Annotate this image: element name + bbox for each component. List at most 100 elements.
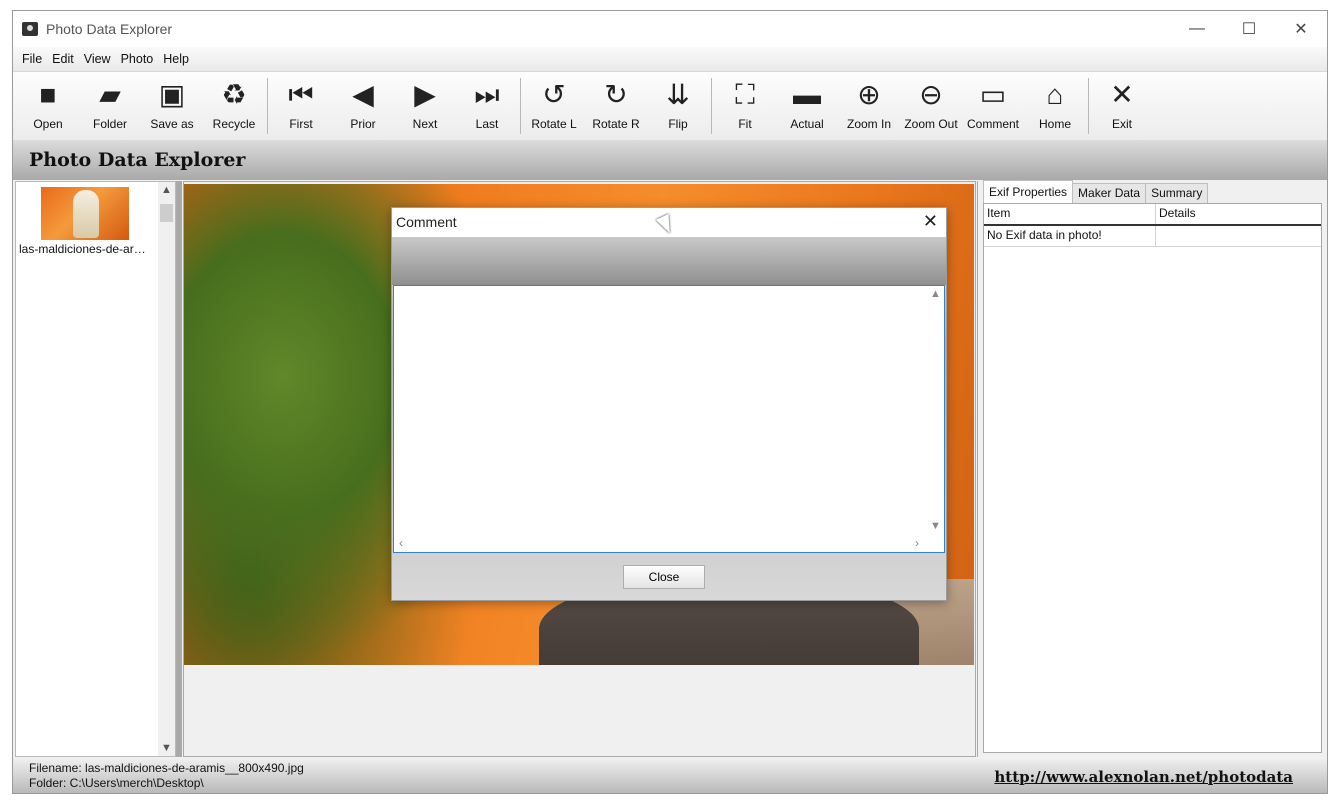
dialog-title: Comment xyxy=(396,214,457,230)
next-icon: ▶ xyxy=(414,79,436,110)
toolbar-separator xyxy=(520,78,521,134)
prior-button[interactable]: ◀ Prior xyxy=(332,72,394,136)
status-folder: Folder: C:\Users\merch\Desktop\ xyxy=(29,776,204,790)
rotate-right-label: Rotate R xyxy=(592,117,640,131)
toolbar-separator xyxy=(267,78,268,134)
save-icon: ▣ xyxy=(158,79,186,110)
close-window-button[interactable]: ✕ xyxy=(1275,11,1327,47)
thumbnail-image[interactable] xyxy=(41,187,129,240)
comment-button[interactable]: ▭ Comment xyxy=(962,72,1024,136)
chevron-left-icon[interactable]: ‹ xyxy=(399,536,403,550)
flip-button[interactable]: ⇊ Flip xyxy=(647,72,709,136)
last-button[interactable]: ⏭ Last xyxy=(456,72,518,136)
thumbnail-scrollbar[interactable]: ▲ ▼ xyxy=(158,182,175,756)
camera-icon xyxy=(22,22,38,36)
actual-label: Actual xyxy=(790,117,824,131)
prior-icon: ◀ xyxy=(352,79,374,110)
chevron-down-icon[interactable]: ▼ xyxy=(158,742,175,754)
recycle-icon: ♻ xyxy=(221,79,247,110)
comment-hscrollbar[interactable]: ‹ › xyxy=(394,535,927,552)
cell-item: No Exif data in photo! xyxy=(984,226,1156,246)
menu-bar: File Edit View Photo Help xyxy=(13,47,1327,71)
menu-file[interactable]: File xyxy=(17,52,47,66)
tab-exif-properties[interactable]: Exif Properties xyxy=(983,180,1074,203)
grid-header: Item Details xyxy=(984,204,1321,226)
chevron-down-icon[interactable]: ▼ xyxy=(930,520,941,532)
folder-label: Folder xyxy=(92,117,127,131)
folder-icon: ▰ xyxy=(99,79,121,110)
website-link[interactable]: http://www.alexnolan.net/photodata xyxy=(994,768,1293,786)
close-button[interactable]: Close xyxy=(623,565,705,589)
first-icon: ⏮ xyxy=(288,79,314,110)
properties-tabs: Exif Properties Maker Data Summary xyxy=(983,180,1209,203)
column-header-item[interactable]: Item xyxy=(984,204,1156,224)
first-label: First xyxy=(289,117,313,131)
title-bar: Photo Data Explorer — ☐ ✕ xyxy=(13,11,1327,47)
open-icon: ■ xyxy=(39,79,57,110)
header-band: Photo Data Explorer xyxy=(13,140,1327,180)
status-info: Filename: las-maldiciones-de-aramis__800… xyxy=(29,761,304,791)
toolbar: ■ Open ▰ Folder ▣ Save as ♻ Recycle ⏮ First ◀… xyxy=(13,71,1327,141)
chevron-right-icon[interactable]: › xyxy=(915,536,919,550)
rotate-left-button[interactable]: ↺ Rotate L xyxy=(523,72,585,136)
comment-icon: ▭ xyxy=(979,79,1007,110)
close-icon[interactable]: ✕ xyxy=(923,211,938,232)
fit-icon: ⛶ xyxy=(735,79,755,110)
tab-maker-data[interactable]: Maker Data xyxy=(1072,183,1147,203)
cell-details xyxy=(1156,226,1321,246)
thumbnail-label[interactable]: las-maldiciones-de-ar… xyxy=(19,242,159,256)
save-as-label: Save as xyxy=(150,117,194,131)
comment-vscrollbar[interactable]: ▲ ▼ xyxy=(927,286,944,534)
exit-label: Exit xyxy=(1111,117,1132,131)
folder-button[interactable]: ▰ Folder xyxy=(79,72,141,136)
maximize-button[interactable]: ☐ xyxy=(1223,11,1275,47)
zoom-in-label: Zoom In xyxy=(846,117,891,131)
column-header-details[interactable]: Details xyxy=(1156,204,1321,224)
exit-icon: ✕ xyxy=(1110,79,1134,110)
minimize-button[interactable]: — xyxy=(1171,11,1223,47)
thumbnail-panel: las-maldiciones-de-ar… ▲ ▼ xyxy=(15,181,176,757)
zoom-out-button[interactable]: ⊖ Zoom Out xyxy=(900,72,962,136)
panel-splitter[interactable] xyxy=(176,181,182,757)
zoom-in-button[interactable]: ⊕ Zoom In xyxy=(838,72,900,136)
home-button[interactable]: ⌂ Home xyxy=(1024,72,1086,136)
toolbar-separator xyxy=(711,78,712,134)
menu-edit[interactable]: Edit xyxy=(47,52,79,66)
actual-button[interactable]: ▬ Actual xyxy=(776,72,838,136)
menu-help[interactable]: Help xyxy=(158,52,194,66)
dialog-header-band xyxy=(392,237,946,285)
scroll-thumb[interactable] xyxy=(160,204,173,222)
table-row[interactable]: No Exif data in photo! xyxy=(984,226,1321,247)
open-button[interactable]: ■ Open xyxy=(17,72,79,136)
flip-icon: ⇊ xyxy=(666,79,690,110)
menu-view[interactable]: View xyxy=(79,52,116,66)
next-button[interactable]: ▶ Next xyxy=(394,72,456,136)
comment-dialog: Comment ✕ ▲ ▼ ‹ › Close xyxy=(391,207,947,601)
zoom-out-icon: ⊖ xyxy=(919,79,943,110)
home-label: Home xyxy=(1038,117,1071,131)
last-label: Last xyxy=(475,117,499,131)
comment-label: Comment xyxy=(966,117,1019,131)
rotate-right-icon: ↻ xyxy=(604,79,628,110)
exit-button[interactable]: ✕ Exit xyxy=(1091,72,1153,136)
save-as-button[interactable]: ▣ Save as xyxy=(141,72,203,136)
menu-photo[interactable]: Photo xyxy=(116,52,159,66)
tab-summary[interactable]: Summary xyxy=(1145,183,1209,203)
comment-textarea[interactable]: ▲ ▼ ‹ › xyxy=(393,285,945,553)
next-label: Next xyxy=(412,117,438,131)
rotate-right-button[interactable]: ↻ Rotate R xyxy=(585,72,647,136)
status-bar: Filename: las-maldiciones-de-aramis__800… xyxy=(13,757,1327,793)
chevron-up-icon[interactable]: ▲ xyxy=(930,288,941,300)
properties-grid: Item Details No Exif data in photo! xyxy=(983,203,1322,753)
page-title: Photo Data Explorer xyxy=(29,149,246,171)
fit-button[interactable]: ⛶ Fit xyxy=(714,72,776,136)
rotate-left-icon: ↺ xyxy=(542,79,566,110)
chevron-up-icon[interactable]: ▲ xyxy=(158,184,175,196)
status-filename: Filename: las-maldiciones-de-aramis__800… xyxy=(29,761,304,775)
toolbar-separator xyxy=(1088,78,1089,134)
first-button[interactable]: ⏮ First xyxy=(270,72,332,136)
actual-size-icon: ▬ xyxy=(793,79,821,110)
recycle-button[interactable]: ♻ Recycle xyxy=(203,72,265,136)
properties-panel: Exif Properties Maker Data Summary Item … xyxy=(977,180,1327,757)
rotate-left-label: Rotate L xyxy=(531,117,577,131)
